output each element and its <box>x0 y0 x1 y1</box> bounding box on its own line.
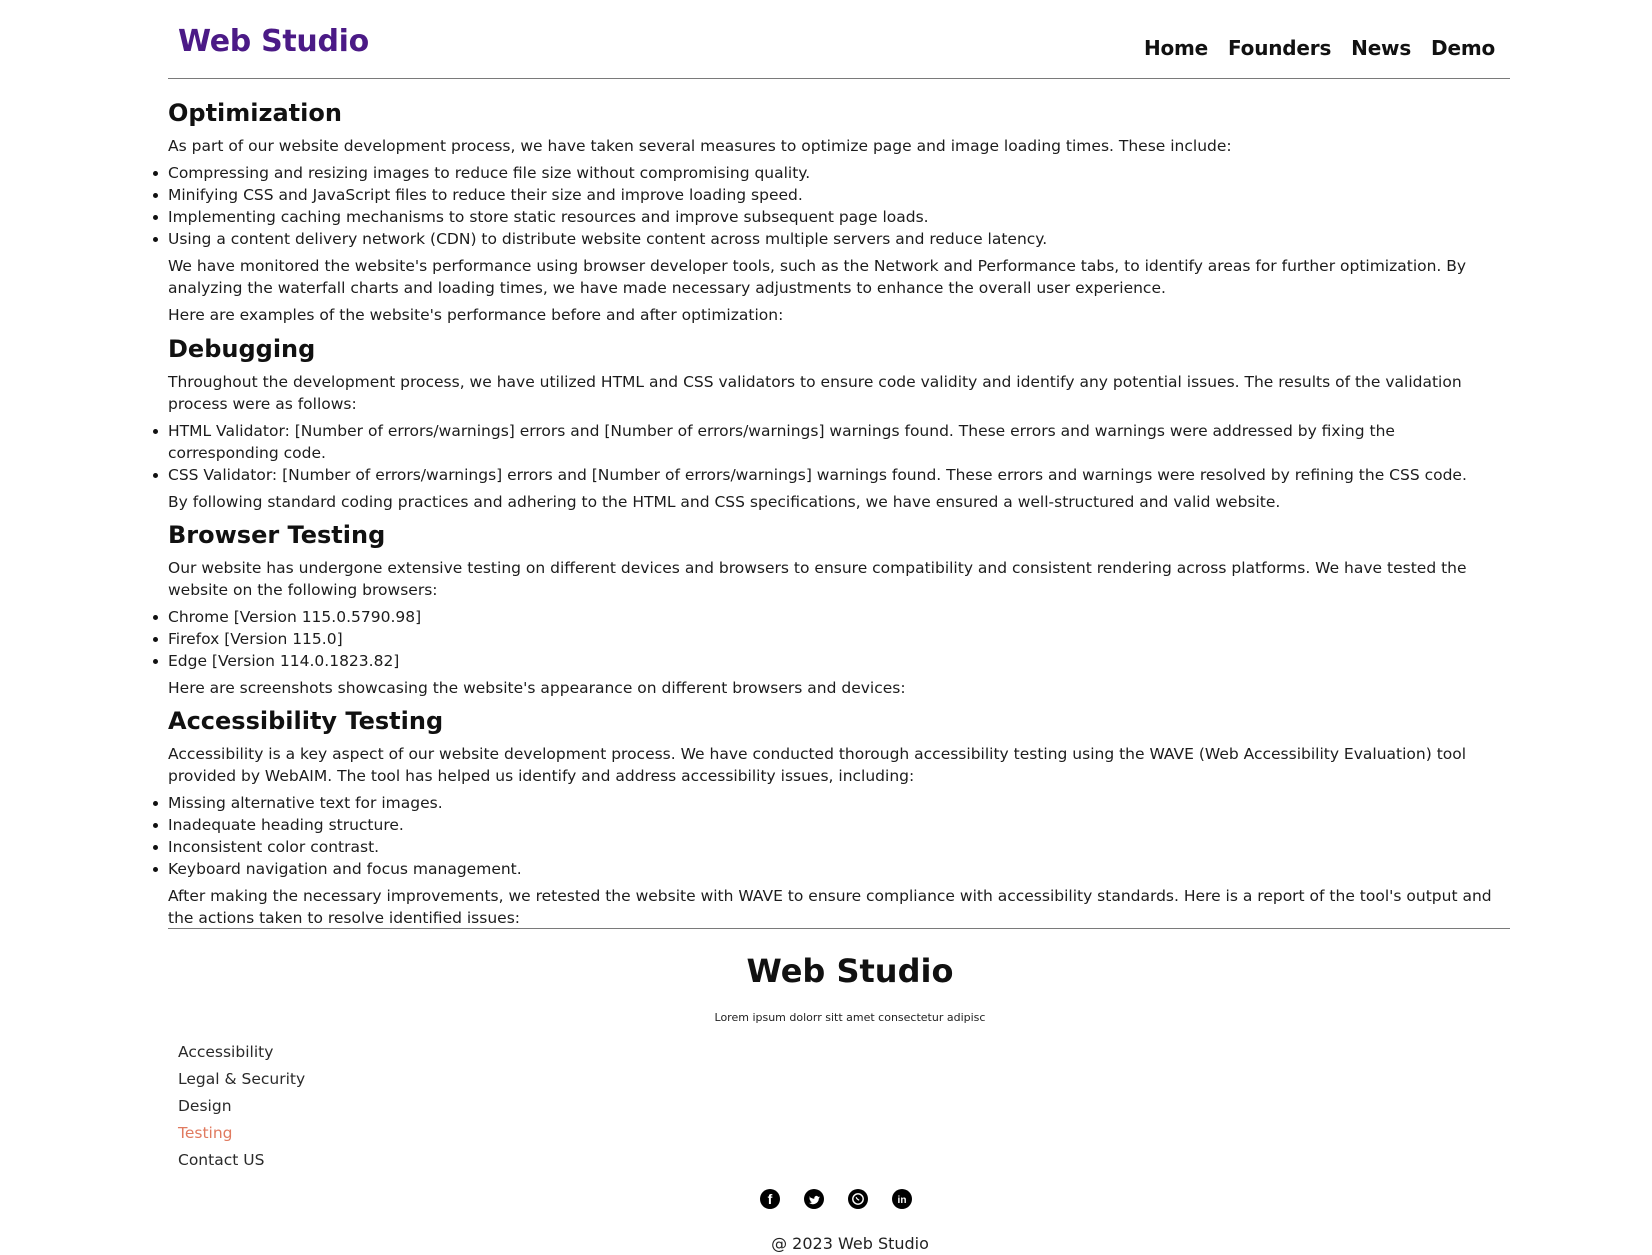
list-item: HTML Validator: [Number of errors/warnin… <box>153 420 1510 464</box>
whatsapp-icon[interactable] <box>848 1189 868 1209</box>
copyright: @ 2023 Web Studio <box>771 1234 929 1253</box>
accessibility-testing-heading: Accessibility Testing <box>168 707 444 735</box>
svg-text:f: f <box>768 1191 773 1207</box>
site-header: Web Studio Home Founders News Demo <box>168 0 1510 78</box>
optimization-examples: Here are examples of the website's perfo… <box>168 306 784 324</box>
footer-links: Accessibility Legal & Security Design Te… <box>178 1039 305 1174</box>
header-divider <box>168 78 1510 79</box>
footer-link-accessibility[interactable]: Accessibility <box>178 1039 305 1066</box>
nav-founders-link[interactable]: Founders <box>1228 36 1331 60</box>
linkedin-icon[interactable]: in <box>892 1189 912 1209</box>
accessibility-list: Missing alternative text for images. Ina… <box>153 792 1510 880</box>
footer-divider <box>168 928 1510 929</box>
list-item: Using a content delivery network (CDN) t… <box>153 228 1510 250</box>
list-item: Compressing and resizing images to reduc… <box>153 162 1510 184</box>
accessibility-testing-paragraph: After making the necessary improvements,… <box>168 887 1492 927</box>
list-item: Keyboard navigation and focus management… <box>153 858 1510 880</box>
browser-testing-intro: Our website has undergone extensive test… <box>168 559 1467 599</box>
footer-link-legal-security[interactable]: Legal & Security <box>178 1066 305 1093</box>
list-item: Inconsistent color contrast. <box>153 836 1510 858</box>
debugging-intro: Throughout the development process, we h… <box>168 373 1462 413</box>
nav-news-link[interactable]: News <box>1351 36 1411 60</box>
debugging-paragraph: By following standard coding practices a… <box>168 493 1281 511</box>
browser-list: Chrome [Version 115.0.5790.98] Firefox [… <box>153 606 1510 672</box>
list-item: Minifying CSS and JavaScript files to re… <box>153 184 1510 206</box>
browser-testing-section: Browser Testing Our website has undergon… <box>153 518 1510 699</box>
list-item: Missing alternative text for images. <box>153 792 1510 814</box>
accessibility-testing-intro: Accessibility is a key aspect of our web… <box>168 745 1467 785</box>
list-item: CSS Validator: [Number of errors/warning… <box>153 464 1510 486</box>
debugging-list: HTML Validator: [Number of errors/warnin… <box>153 420 1510 486</box>
main-nav: Home Founders News Demo <box>1144 36 1495 60</box>
facebook-icon[interactable]: f <box>760 1189 780 1209</box>
debugging-section: Debugging Throughout the development pro… <box>153 332 1510 513</box>
list-item: Firefox [Version 115.0] <box>153 628 1510 650</box>
nav-demo-link[interactable]: Demo <box>1431 36 1495 60</box>
optimization-section: Optimization As part of our website deve… <box>153 96 1510 326</box>
browser-testing-heading: Browser Testing <box>168 521 386 549</box>
list-item: Implementing caching mechanisms to store… <box>153 206 1510 228</box>
footer-link-contact-us[interactable]: Contact US <box>178 1147 305 1174</box>
footer-link-design[interactable]: Design <box>178 1093 305 1120</box>
twitter-icon[interactable] <box>804 1189 824 1209</box>
optimization-list: Compressing and resizing images to reduc… <box>153 162 1510 250</box>
list-item: Chrome [Version 115.0.5790.98] <box>153 606 1510 628</box>
svg-text:in: in <box>898 1195 907 1206</box>
browser-testing-paragraph: Here are screenshots showcasing the webs… <box>168 679 906 697</box>
footer-title: Web Studio <box>746 952 954 990</box>
site-logo[interactable]: Web Studio <box>178 24 369 59</box>
optimization-heading: Optimization <box>168 99 342 127</box>
list-item: Edge [Version 114.0.1823.82] <box>153 650 1510 672</box>
social-links: f in <box>760 1189 912 1209</box>
list-item: Inadequate heading structure. <box>153 814 1510 836</box>
accessibility-testing-section: Accessibility Testing Accessibility is a… <box>153 704 1510 929</box>
nav-home-link[interactable]: Home <box>1144 36 1208 60</box>
page: Web Studio Home Founders News Demo Optim… <box>0 0 1652 1255</box>
debugging-heading: Debugging <box>168 335 316 363</box>
main-content: Optimization As part of our website deve… <box>153 96 1510 934</box>
optimization-paragraph: We have monitored the website's performa… <box>168 257 1467 297</box>
footer-subtitle: Lorem ipsum dolorr sitt amet consectetur… <box>714 1011 986 1024</box>
footer-link-testing[interactable]: Testing <box>178 1120 305 1147</box>
optimization-intro: As part of our website development proce… <box>168 137 1232 155</box>
